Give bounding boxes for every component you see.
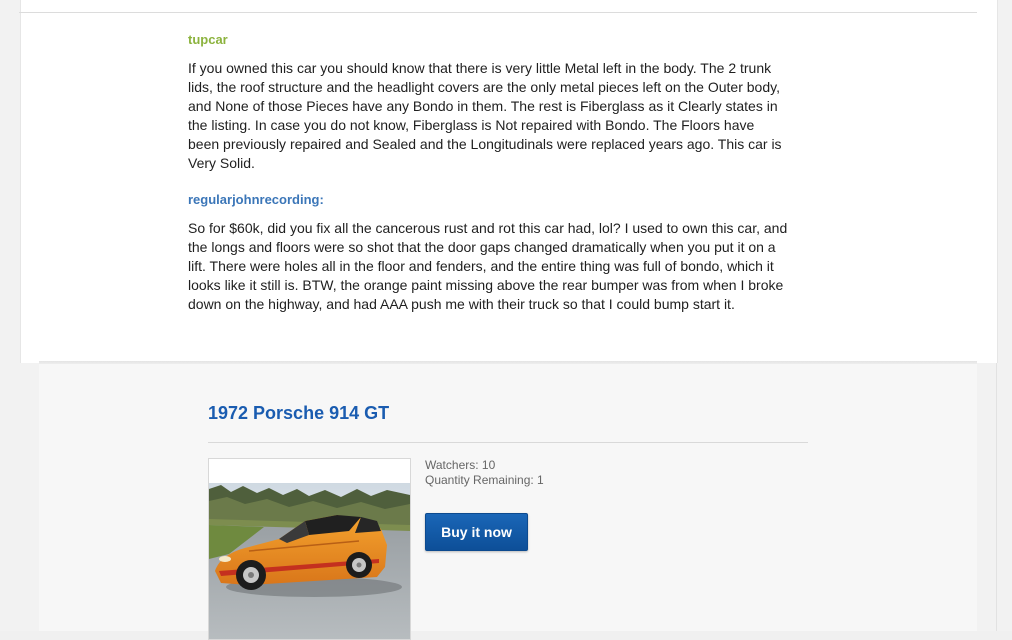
listing-title-link[interactable]: 1972 Porsche 914 GT bbox=[208, 402, 389, 424]
car-photo-image bbox=[209, 459, 410, 639]
comment-text: If you owned this car you should know th… bbox=[188, 60, 782, 171]
comment-author-link[interactable]: regularjohnrecording: bbox=[188, 192, 788, 208]
divider bbox=[208, 442, 808, 443]
watchers-count: Watchers: 10 bbox=[425, 458, 496, 472]
listing-panel: 1972 Porsche 914 GT Watchers: 10 Quantit… bbox=[39, 364, 977, 640]
scrollbar-track[interactable] bbox=[996, 0, 1012, 631]
comment-text: So for $60k, did you fix all the cancero… bbox=[188, 220, 788, 312]
listing-photo[interactable] bbox=[208, 458, 411, 640]
comment-item: tupcar If you owned this car you should … bbox=[188, 32, 788, 173]
comment-item: regularjohnrecording: So for $60k, did y… bbox=[188, 192, 788, 314]
left-gutter bbox=[0, 0, 20, 631]
buy-it-now-button[interactable]: Buy it now bbox=[425, 513, 528, 551]
page-background: tupcar If you owned this car you should … bbox=[0, 0, 1012, 640]
divider bbox=[19, 12, 977, 13]
comment-author-link[interactable]: tupcar bbox=[188, 32, 788, 48]
quantity-remaining: Quantity Remaining: 1 bbox=[425, 473, 544, 487]
